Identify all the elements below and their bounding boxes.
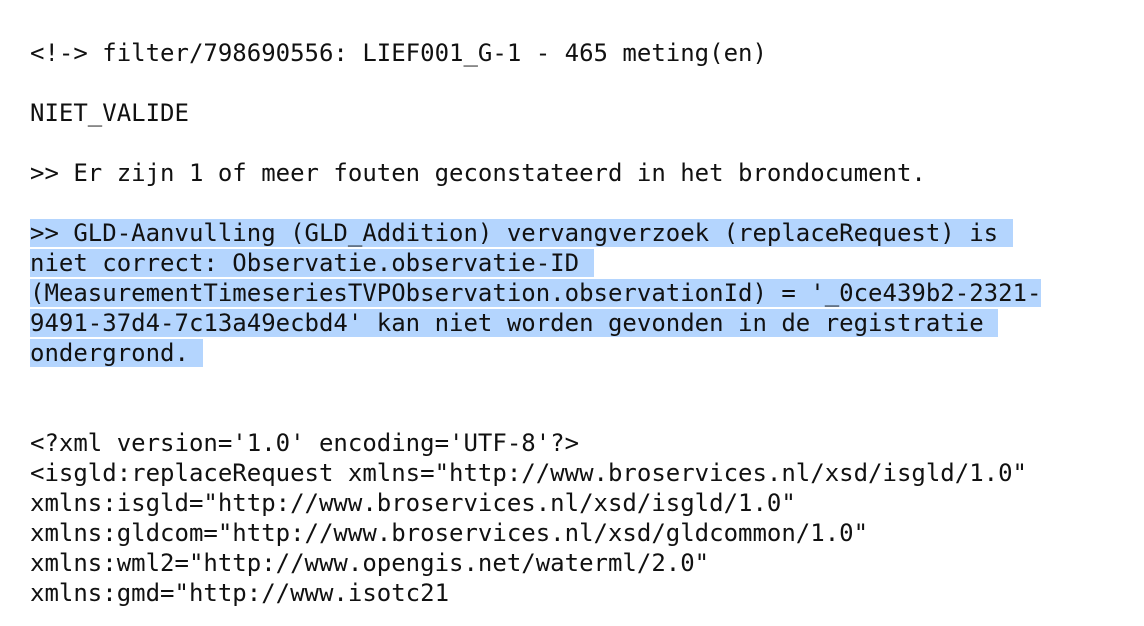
selected-text-line[interactable]: ondergrond. (30, 339, 204, 367)
selected-text-line[interactable]: >> GLD-Aanvulling (GLD_Addition) vervang… (30, 219, 1013, 247)
xml-line: <?xml version='1.0' encoding='UTF-8'?> (30, 429, 580, 457)
xml-line: xmlns:gldcom="http://www.broservices.nl/… (30, 519, 869, 547)
selected-text-line[interactable]: niet correct: Observatie.observatie-ID (30, 249, 594, 277)
xml-line: xmlns:wml2="http://www.opengis.net/water… (30, 549, 710, 577)
xml-line: xmlns:isgld="http://www.broservices.nl/x… (30, 489, 796, 517)
selected-text-line[interactable]: 9491-37d4-7c13a49ecbd4' kan niet worden … (30, 309, 999, 337)
selected-text-line[interactable]: (MeasurementTimeseriesTVPObservation.obs… (30, 279, 1042, 307)
error-detail-selection[interactable]: >> GLD-Aanvulling (GLD_Addition) vervang… (30, 218, 1140, 368)
error-summary: >> Er zijn 1 of meer fouten geconstateer… (30, 159, 926, 187)
filter-header-line: <!-> filter/798690556: LIEF001_G-1 - 465… (30, 39, 767, 67)
log-document: <!-> filter/798690556: LIEF001_G-1 - 465… (30, 38, 1140, 608)
xml-block: <?xml version='1.0' encoding='UTF-8'?> <… (30, 428, 1140, 608)
xml-line: xmlns:gmd="http://www.isotc21 (30, 579, 450, 607)
validation-status: NIET_VALIDE (30, 99, 189, 127)
xml-line: <isgld:replaceRequest xmlns="http://www.… (30, 459, 1027, 487)
